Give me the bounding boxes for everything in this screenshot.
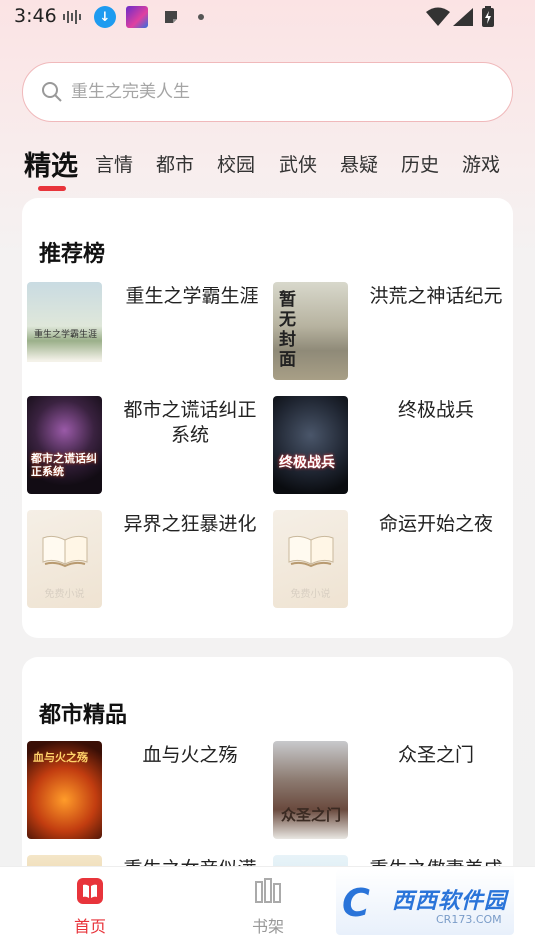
book-cover: 免费小说: [27, 510, 102, 608]
section-title: 推荐榜: [39, 242, 106, 267]
nav-bookshelf[interactable]: 书架: [233, 877, 303, 937]
note-icon: [162, 6, 180, 28]
cover-watermark-text: 免费小说: [290, 589, 331, 600]
book-item[interactable]: 血与火之殇 血与火之殇: [27, 741, 267, 839]
tab-game[interactable]: 游戏: [462, 150, 500, 177]
tab-wuxia[interactable]: 武侠: [279, 150, 317, 177]
active-tab-indicator: [38, 186, 66, 191]
book-item[interactable]: 终极战兵 终极战兵: [273, 396, 513, 494]
book-title: 血与火之殇: [142, 744, 238, 766]
voice-wave-icon: [62, 6, 84, 28]
cover-watermark-text: 免费小说: [44, 589, 85, 600]
open-book-icon: [288, 535, 334, 568]
game-app-icon: [126, 6, 148, 28]
category-tabs: 精选 言情 都市 校园 武侠 悬疑 历史 游戏: [0, 142, 535, 192]
search-bar[interactable]: [22, 62, 513, 122]
cover-title-text: 众圣之门: [281, 806, 342, 824]
watermark-logo-mark: C: [342, 881, 370, 925]
wifi-icon: [425, 6, 451, 28]
cover-title-text: 都市之谎话纠正系统: [31, 452, 97, 478]
bookshelf-icon: [255, 878, 281, 903]
book-item[interactable]: 众圣之门 众圣之门: [273, 741, 513, 839]
status-time: 3:46: [14, 5, 57, 27]
nav-home[interactable]: 首页: [55, 877, 125, 937]
tab-history[interactable]: 历史: [401, 150, 439, 177]
cover-strip: [27, 362, 102, 380]
book-title: 终极战兵: [397, 399, 474, 421]
book-item[interactable]: 重生之学霸生涯 重生之学霸生涯: [27, 282, 267, 380]
search-icon: [42, 82, 62, 102]
download-icon: ↓: [94, 6, 116, 28]
book-item[interactable]: 免费小说 命运开始之夜: [273, 510, 513, 608]
book-cover: 终极战兵: [273, 396, 348, 494]
battery-icon: [480, 6, 496, 28]
tab-mystery[interactable]: 悬疑: [340, 150, 378, 177]
book-item[interactable]: 免费小说 异界之狂暴进化: [27, 510, 267, 608]
nav-label: 书架: [251, 917, 284, 936]
book-cover: 都市之谎话纠正系统: [27, 396, 102, 494]
cover-title-text: 血与火之殇: [33, 751, 88, 764]
book-item[interactable]: 暂无封面 洪荒之神话纪元: [273, 282, 513, 380]
open-book-icon: [42, 535, 88, 568]
urban-picks-section: 都市精品 血与火之殇 血与火之殇 众圣之门 众圣之门 重生之女帝似满 重生之傲妻…: [22, 657, 513, 897]
nav-label: 首页: [73, 917, 106, 936]
book-title: 洪荒之神话纪元: [369, 285, 503, 307]
book-title: 重生之学霸生涯: [125, 285, 259, 307]
cover-title-text: 暂无封面: [279, 290, 296, 370]
status-bar: 3:46 ↓: [0, 0, 535, 34]
book-item[interactable]: 都市之谎话纠正系统 都市之谎话纠正系统: [27, 396, 267, 494]
recommend-section: 推荐榜 重生之学霸生涯 重生之学霸生涯 暂无封面 洪荒之神话纪元 都市之谎话纠正…: [22, 198, 513, 638]
watermark-url: CR173.COM: [436, 913, 502, 926]
book-cover: 免费小说: [273, 510, 348, 608]
search-input[interactable]: [71, 82, 471, 102]
signal-icon: [452, 6, 474, 28]
book-title: 众圣之门: [397, 744, 474, 766]
tab-featured[interactable]: 精选: [24, 144, 78, 183]
book-cover: 重生之学霸生涯: [27, 282, 102, 380]
book-cover: 暂无封面: [273, 282, 348, 380]
book-cover: 血与火之殇: [27, 741, 102, 839]
book-title: 都市之谎话纠正系统: [123, 399, 257, 446]
notification-dot-icon: [196, 6, 206, 28]
book-title: 异界之狂暴进化: [123, 513, 257, 535]
book-cover: 众圣之门: [273, 741, 348, 839]
watermark-title: 西西软件园: [392, 889, 508, 914]
cover-title-text: 终极战兵: [279, 455, 335, 471]
tab-campus[interactable]: 校园: [217, 150, 255, 177]
cover-title-text: 重生之学霸生涯: [33, 330, 97, 340]
tab-urban[interactable]: 都市: [156, 150, 194, 177]
book-icon: [77, 878, 103, 904]
section-title: 都市精品: [39, 703, 128, 728]
book-title: 命运开始之夜: [378, 513, 493, 535]
watermark-logo: C 西西软件园 CR173.COM: [336, 869, 514, 935]
tab-romance[interactable]: 言情: [95, 150, 133, 177]
